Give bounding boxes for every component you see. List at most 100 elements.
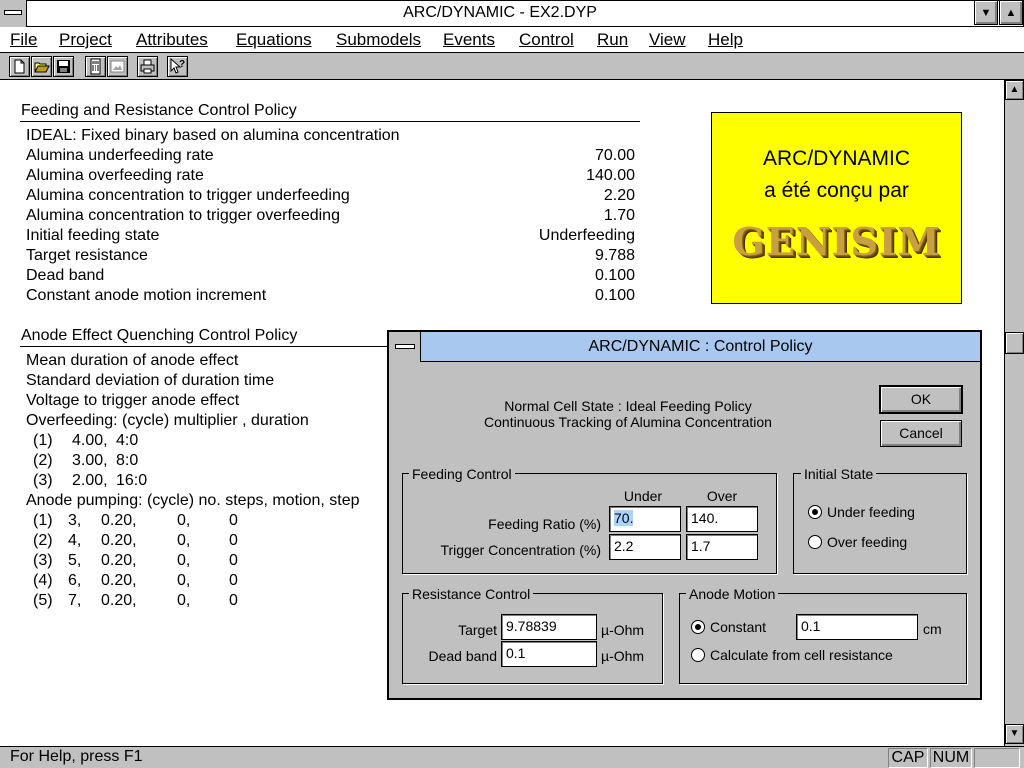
system-menu-icon	[4, 10, 22, 15]
feeding-row-value: Underfeeding	[538, 227, 635, 244]
under-feeding-label[interactable]: Under feeding	[827, 504, 915, 520]
maximize-button[interactable]: ▲	[999, 0, 1023, 25]
vertical-scrollbar[interactable]: ▲ ▼	[1004, 80, 1024, 746]
pumping-header: Anode pumping: (cycle) no. steps, motion…	[26, 492, 360, 509]
under-feeding-radio[interactable]	[808, 505, 822, 519]
menu-help[interactable]: Help	[708, 27, 743, 53]
trigger-concentration-label: Trigger Concentration (%)	[440, 542, 601, 558]
open-icon	[34, 62, 50, 73]
overfeeding-row-index: (3)	[33, 472, 53, 489]
anode-line: Voltage to trigger anode effect	[26, 392, 240, 409]
dialog-system-menu-button[interactable]	[389, 332, 421, 362]
scroll-down-button[interactable]: ▼	[1005, 724, 1024, 744]
pumping-row-steps: 7,	[68, 592, 82, 609]
scroll-up-button[interactable]: ▲	[1005, 80, 1024, 100]
cell-state-line-1: Normal Cell State : Ideal Feeding Policy	[504, 398, 752, 414]
system-menu-button[interactable]	[0, 0, 27, 27]
trigger-under-input[interactable]: 2.2	[609, 534, 681, 560]
window-title: ARC/DYNAMIC - EX2.DYP	[403, 4, 597, 21]
pumping-row-c: 0,	[177, 532, 191, 549]
menu-file[interactable]: File	[10, 27, 37, 53]
constant-label[interactable]: Constant	[710, 619, 766, 635]
scroll-thumb[interactable]	[1005, 332, 1024, 354]
pumping-row-motion: 0.20,	[101, 572, 137, 589]
genisim-logo: ARC/DYNAMIC a été conçu par GENISIM	[711, 112, 962, 304]
calculate-radio[interactable]	[691, 648, 705, 662]
pumping-row-c: 0,	[177, 572, 191, 589]
overfeeding-row-duration: 16:0	[116, 472, 148, 489]
menu-control[interactable]: Control	[519, 27, 574, 53]
pumping-row-steps: 3,	[68, 512, 82, 529]
constant-motion-input[interactable]: 0.1	[796, 614, 918, 640]
context-help-button[interactable]: ?	[167, 56, 188, 77]
dialog-system-menu-icon	[395, 344, 415, 349]
feeding-row-value: 2.20	[603, 187, 635, 204]
over-feeding-radio[interactable]	[808, 535, 822, 549]
target-unit: µ-Ohm	[601, 622, 645, 638]
anode-line: Standard deviation of duration time	[26, 372, 275, 389]
pumping-row-steps: 4,	[68, 532, 82, 549]
menu-project[interactable]: Project	[59, 27, 112, 53]
save-icon	[57, 60, 70, 73]
down-arrow-icon: ▼	[1009, 728, 1020, 739]
new-button[interactable]	[9, 56, 30, 77]
new-icon	[14, 59, 25, 74]
calculator-button[interactable]	[85, 56, 106, 77]
cancel-button[interactable]: Cancel	[880, 420, 962, 447]
feeding-row-label: Dead band	[26, 267, 105, 284]
pumping-row-motion: 0.20,	[101, 532, 137, 549]
overfeeding-row-index: (1)	[33, 432, 53, 449]
feeding-control-label: Feeding Control	[409, 466, 515, 482]
ok-button[interactable]: OK	[879, 385, 963, 414]
feeding-ratio-under-input[interactable]: 70.	[609, 506, 681, 532]
anode-line: Overfeeding: (cycle) multiplier , durati…	[26, 412, 309, 429]
save-button[interactable]	[53, 56, 74, 77]
calculate-label[interactable]: Calculate from cell resistance	[710, 647, 893, 663]
minimize-button[interactable]: ▼	[974, 0, 998, 25]
feeding-row-value: 0.100	[594, 267, 635, 284]
print-icon	[140, 59, 155, 74]
pumping-row-motion: 0.20,	[101, 592, 137, 609]
feeding-section-rule	[20, 121, 640, 122]
pumping-row-index: (1)	[33, 512, 53, 529]
feeding-row-value: 0.100	[594, 287, 635, 304]
pumping-row-motion: 0.20,	[101, 512, 137, 529]
menu-submodels[interactable]: Submodels	[336, 27, 421, 53]
trigger-over-input[interactable]: 1.7	[686, 534, 758, 560]
constant-radio[interactable]	[691, 620, 705, 634]
dead-band-input[interactable]: 0.1	[501, 641, 597, 667]
cell-state-line-2: Continuous Tracking of Alumina Concentra…	[484, 414, 772, 430]
cap-indicator: CAP	[888, 748, 928, 768]
feeding-ratio-over-input[interactable]: 140.	[686, 506, 758, 532]
feeding-ratio-label: Feeding Ratio (%)	[488, 516, 601, 532]
picture-button[interactable]	[107, 56, 128, 77]
picture-icon	[110, 60, 125, 73]
pumping-row-index: (4)	[33, 572, 53, 589]
menu-attributes[interactable]: Attributes	[136, 27, 208, 53]
menu-view[interactable]: View	[649, 27, 686, 53]
dead-band-unit: µ-Ohm	[601, 648, 645, 664]
menu-equations[interactable]: Equations	[236, 27, 312, 53]
overfeeding-row-duration: 8:0	[116, 452, 139, 469]
dead-band-label: Dead band	[428, 648, 497, 664]
minimize-icon: ▼	[980, 7, 992, 19]
print-button[interactable]	[137, 56, 158, 77]
target-resistance-input[interactable]: 9.78839	[501, 614, 597, 640]
anode-line: Mean duration of anode effect	[26, 352, 239, 369]
feeding-section-title: Feeding and Resistance Control Policy	[21, 102, 297, 119]
pumping-row-d: 0	[229, 512, 238, 529]
menu-events[interactable]: Events	[443, 27, 495, 53]
feeding-row-value: 1.70	[603, 207, 635, 224]
over-feeding-label[interactable]: Over feeding	[827, 534, 907, 550]
anode-section-rule	[20, 346, 390, 347]
dialog-title: ARC/DYNAMIC : Control Policy	[588, 338, 813, 355]
menu-bar: File Project Attributes Equations Submod…	[0, 27, 1024, 53]
pumping-row-d: 0	[229, 552, 238, 569]
open-button[interactable]	[31, 56, 52, 77]
num-indicator: NUM	[930, 748, 972, 768]
feeding-col-over: Over	[706, 488, 738, 504]
menu-run[interactable]: Run	[597, 27, 628, 53]
anode-motion-label: Anode Motion	[686, 586, 779, 602]
resistance-control-label: Resistance Control	[409, 586, 534, 602]
feeding-row-label: Target resistance	[26, 247, 148, 264]
